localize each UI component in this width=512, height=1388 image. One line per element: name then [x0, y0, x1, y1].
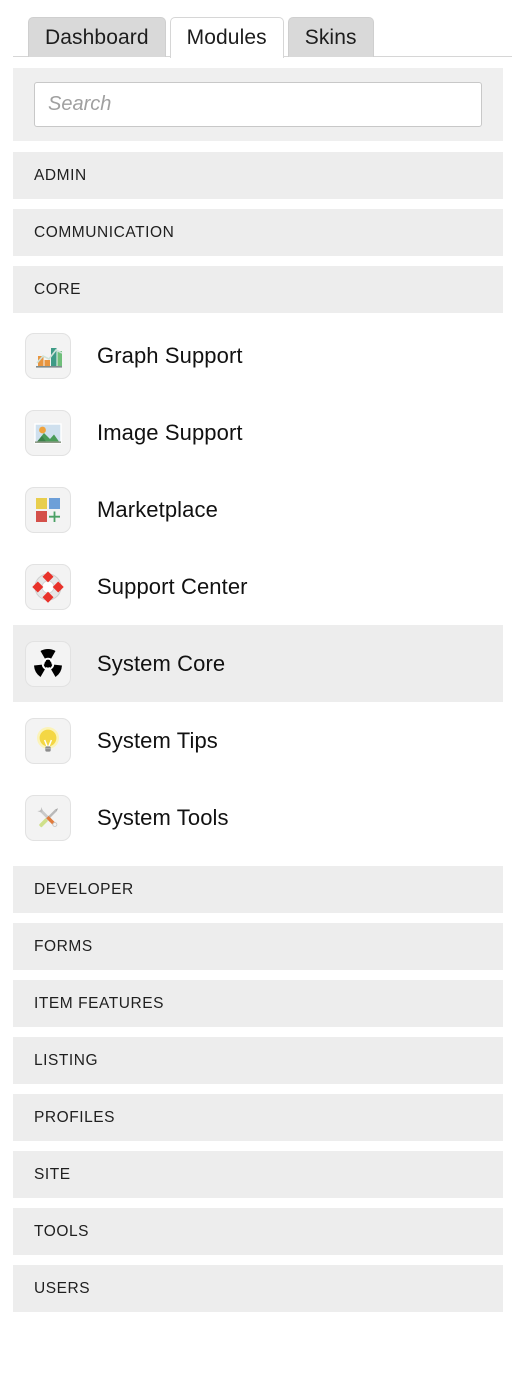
module-row-image-support[interactable]: Image Support	[13, 394, 503, 471]
module-row-support-center[interactable]: Support Center	[13, 548, 503, 625]
category-label: ADMIN	[34, 167, 87, 185]
tab-skins[interactable]: Skins	[288, 17, 374, 57]
category-label: TOOLS	[34, 1223, 89, 1241]
tab-bar: Dashboard Modules Skins	[0, 0, 512, 57]
search-input[interactable]	[34, 82, 482, 127]
module-row-graph-support[interactable]: Graph Support	[13, 317, 503, 394]
category-header-admin[interactable]: ADMIN	[13, 152, 503, 199]
modules-page: Dashboard Modules Skins ADMIN COMMUNICAT…	[0, 0, 512, 1388]
lifebuoy-icon	[25, 564, 71, 610]
category-header-tools[interactable]: TOOLS	[13, 1208, 503, 1255]
category-label: FORMS	[34, 938, 93, 956]
category-label: COMMUNICATION	[34, 224, 174, 242]
category-label: USERS	[34, 1280, 90, 1298]
category-header-listing[interactable]: LISTING	[13, 1037, 503, 1084]
category-header-communication[interactable]: COMMUNICATION	[13, 209, 503, 256]
bar-chart-icon	[25, 333, 71, 379]
photo-icon	[25, 410, 71, 456]
category-header-forms[interactable]: FORMS	[13, 923, 503, 970]
module-row-system-core[interactable]: System Core	[13, 625, 503, 702]
core-module-group: Graph Support Image Support	[13, 313, 503, 856]
category-header-item-features[interactable]: ITEM FEATURES	[13, 980, 503, 1027]
module-label: Image Support	[97, 420, 243, 446]
module-label: System Tips	[97, 728, 218, 754]
module-row-marketplace[interactable]: Marketplace	[13, 471, 503, 548]
tab-modules-label: Modules	[187, 26, 267, 50]
category-label: LISTING	[34, 1052, 98, 1070]
module-label: Graph Support	[97, 343, 243, 369]
category-label: SITE	[34, 1166, 71, 1184]
module-row-system-tools[interactable]: System Tools	[13, 779, 503, 856]
category-label: CORE	[34, 281, 81, 299]
search-panel	[13, 68, 503, 141]
category-label: ITEM FEATURES	[34, 995, 164, 1013]
modules-list: ADMIN COMMUNICATION CORE	[0, 152, 512, 1312]
category-header-developer[interactable]: DEVELOPER	[13, 866, 503, 913]
module-label: Support Center	[97, 574, 248, 600]
tools-icon	[25, 795, 71, 841]
category-label: DEVELOPER	[34, 881, 134, 899]
category-header-profiles[interactable]: PROFILES	[13, 1094, 503, 1141]
category-label: PROFILES	[34, 1109, 115, 1127]
module-label: System Core	[97, 651, 225, 677]
grid-plus-icon	[25, 487, 71, 533]
module-label: System Tools	[97, 805, 229, 831]
tab-dashboard[interactable]: Dashboard	[28, 17, 166, 57]
category-header-site[interactable]: SITE	[13, 1151, 503, 1198]
tab-modules[interactable]: Modules	[170, 17, 284, 58]
category-header-core[interactable]: CORE	[13, 266, 503, 313]
tab-dashboard-label: Dashboard	[45, 26, 149, 50]
category-header-users[interactable]: USERS	[13, 1265, 503, 1312]
radiation-icon	[25, 641, 71, 687]
tab-skins-label: Skins	[305, 26, 357, 50]
module-row-system-tips[interactable]: System Tips	[13, 702, 503, 779]
module-label: Marketplace	[97, 497, 218, 523]
lightbulb-icon	[25, 718, 71, 764]
